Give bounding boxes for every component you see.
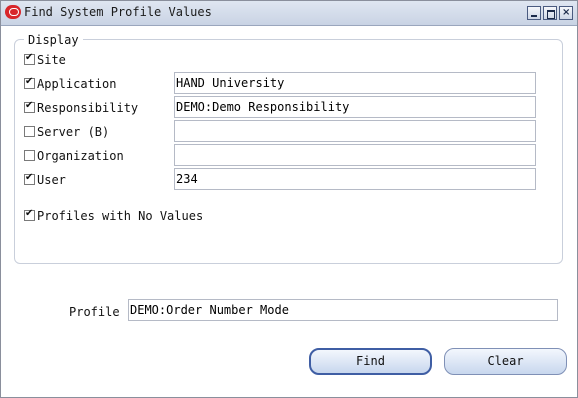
- find-system-profile-values-window: Find System Profile Values Display Site …: [0, 0, 578, 398]
- no-values-label: Profiles with No Values: [37, 209, 204, 223]
- title-bar: Find System Profile Values: [1, 1, 577, 26]
- find-button[interactable]: Find: [309, 348, 432, 375]
- responsibility-label: Responsibility: [37, 101, 139, 115]
- profile-label: Profile: [69, 305, 120, 319]
- user-label: User: [37, 173, 66, 187]
- clear-button[interactable]: Clear: [444, 348, 567, 375]
- server-label: Server (B): [37, 125, 110, 139]
- display-legend: Display: [24, 33, 83, 47]
- responsibility-checkbox[interactable]: [24, 100, 35, 113]
- profile-field[interactable]: DEMO:Order Number Mode: [128, 299, 558, 321]
- organization-field[interactable]: [174, 144, 536, 166]
- application-field[interactable]: HAND University: [174, 72, 536, 94]
- server-field[interactable]: [174, 120, 536, 142]
- organization-checkbox[interactable]: [24, 150, 35, 161]
- application-label: Application: [37, 77, 117, 91]
- no-values-checkbox[interactable]: [24, 208, 35, 221]
- user-checkbox[interactable]: [24, 172, 35, 185]
- close-icon[interactable]: [559, 6, 573, 20]
- user-field[interactable]: 234: [174, 168, 536, 190]
- minimize-icon[interactable]: [527, 6, 541, 20]
- application-checkbox[interactable]: [24, 76, 35, 89]
- server-checkbox[interactable]: [24, 126, 35, 137]
- site-checkbox[interactable]: [24, 52, 35, 65]
- site-label: Site: [37, 53, 66, 67]
- window-title: Find System Profile Values: [24, 5, 212, 19]
- responsibility-field[interactable]: DEMO:Demo Responsibility: [174, 96, 536, 118]
- organization-label: Organization: [37, 149, 124, 163]
- oracle-app-icon: [5, 5, 21, 19]
- maximize-icon[interactable]: [543, 6, 557, 20]
